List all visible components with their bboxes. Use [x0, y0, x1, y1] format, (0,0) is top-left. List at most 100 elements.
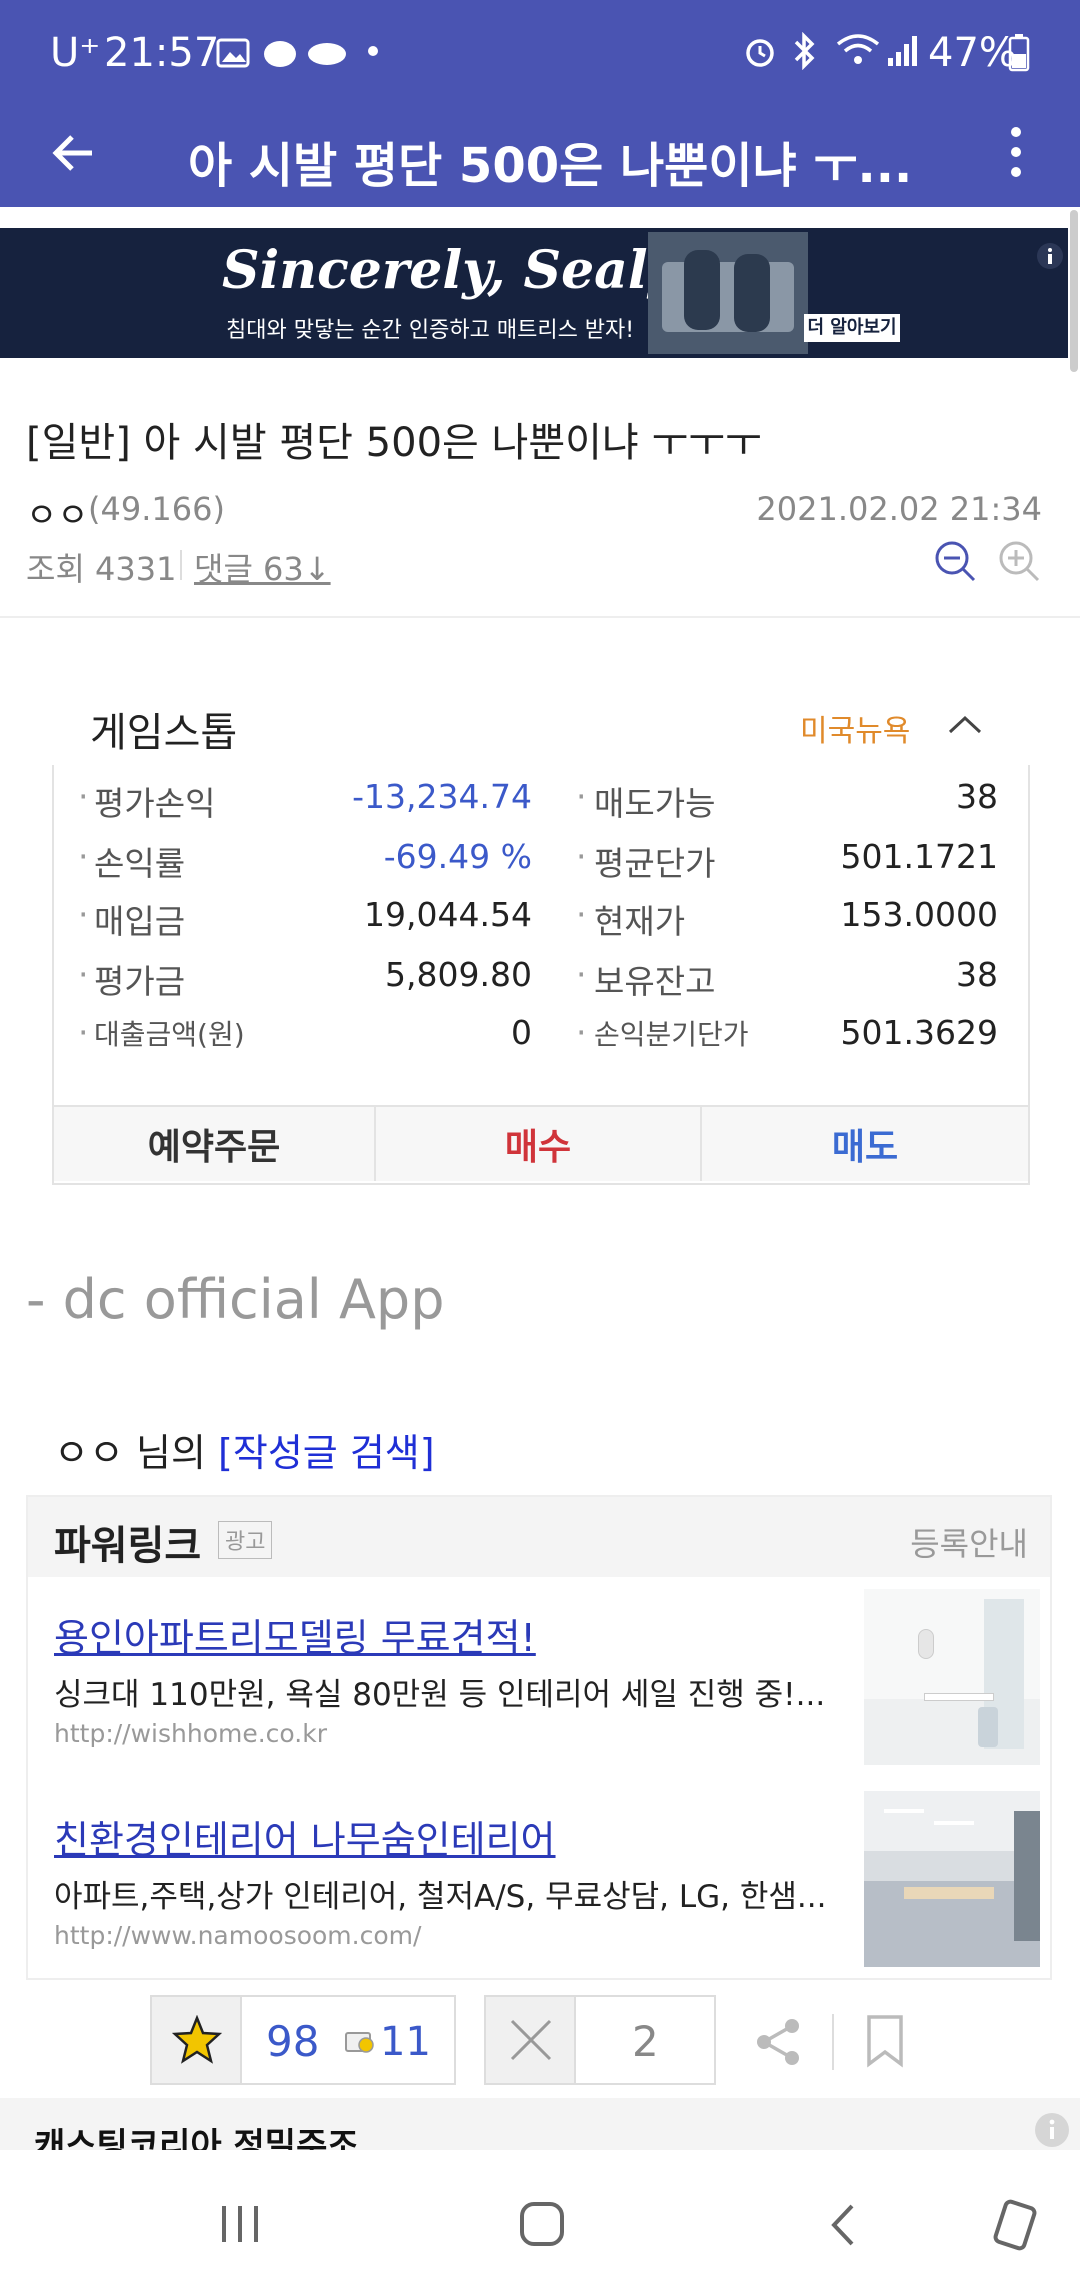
recommend-button[interactable]: [152, 1997, 242, 2083]
stock-label: 매입금: [94, 902, 186, 941]
scrollbar[interactable]: [1070, 210, 1078, 372]
ad-1-thumbnail[interactable]: [864, 1589, 1040, 1765]
bullet-dot: ·: [576, 1013, 587, 1052]
stock-value: -13,234.74: [352, 777, 532, 816]
stock-value: 0: [511, 1013, 532, 1052]
author-search-suffix: 님의: [136, 1431, 206, 1475]
wifi-icon: [836, 32, 880, 72]
alarm-icon: [742, 34, 778, 74]
more-notifications-dot: [368, 46, 378, 56]
bookmark-icon[interactable]: [866, 2014, 904, 2072]
banner-mattress-image: [648, 232, 808, 354]
clock: 21:57: [104, 30, 220, 76]
app-signature: - dc official App: [26, 1268, 445, 1331]
recommend-box[interactable]: 98 11: [150, 1995, 456, 2085]
fixed-recommend-icon: [344, 2027, 376, 2059]
ad-2-thumbnail[interactable]: [864, 1791, 1040, 1967]
banner-brand: Sincerely, Sealy: [222, 240, 678, 301]
ad-1-description: 싱크대 110만원, 욕실 80만원 등 인테리어 세일 진행 중!...: [54, 1677, 826, 1713]
bullet-dot: ·: [78, 1013, 89, 1052]
bullet-dot: ·: [78, 777, 89, 816]
banner-ad[interactable]: Sincerely, Sealy 침대와 맞닿는 순간 인증하고 매트리스 받자…: [0, 228, 1068, 358]
banner-tagline: 침대와 맞닿는 순간 인증하고 매트리스 받자!: [226, 318, 635, 343]
star-icon: [171, 2014, 223, 2069]
stock-row: · 평가금 5,809.80 · 보유잔고 38: [54, 955, 1032, 1013]
stock-name: 게임스톱: [90, 710, 238, 756]
post-author[interactable]: ㅇㅇ: [26, 488, 89, 537]
stock-row: · 평가손익 -13,234.74 · 매도가능 38: [54, 777, 1032, 835]
back-nav-icon[interactable]: [828, 2202, 856, 2252]
collapse-chevron-icon[interactable]: [946, 712, 984, 740]
author-search-line: ㅇㅇ 님의 [작성글 검색]: [54, 1422, 435, 1477]
not-recommend-button[interactable]: [486, 1997, 576, 2083]
carrier-label: U⁺: [50, 30, 101, 76]
post-title: [일반] 아 시발 평단 500은 나뿐이냐 ㅜㅜㅜ: [26, 420, 762, 466]
stock-value: 5,809.80: [385, 955, 532, 994]
powerlink-title: 파워링크: [54, 1523, 202, 1569]
ad-2-description: 아파트,주택,상가 인테리어, 철저A/S, 무료상담, LG, 한샘...: [54, 1879, 827, 1915]
app-bar-title: 아 시발 평단 500은 나뿐이냐 ㅜ...: [188, 138, 913, 194]
reserve-order-button[interactable]: 예약주문: [54, 1105, 376, 1181]
powerlink-ads: 파워링크 광고 등록안내 용인아파트리모델링 무료견적! 싱크대 110만원, …: [26, 1495, 1052, 1980]
zoom-out-icon[interactable]: [932, 538, 978, 588]
stock-label: 현재가: [594, 902, 686, 941]
stock-label: 평가손익: [94, 784, 216, 823]
not-recommend-count: 2: [632, 2017, 659, 2066]
stock-value: 38: [956, 777, 998, 816]
post-date: 2021.02.02 21:34: [756, 490, 1042, 528]
banner-cta-button[interactable]: 더 알아보기: [804, 314, 900, 342]
battery-icon: [1008, 34, 1030, 76]
author-search-link[interactable]: [작성글 검색]: [218, 1431, 435, 1475]
stock-value: -69.49 %: [383, 837, 532, 876]
back-arrow-icon[interactable]: [48, 128, 98, 182]
fixed-recommend-count: 11: [380, 2019, 431, 2065]
stock-row: · 손익률 -69.49 % · 평균단가 501.1721: [54, 837, 1032, 895]
sell-button[interactable]: 매도: [702, 1105, 1028, 1181]
author-search-name: ㅇㅇ: [54, 1431, 124, 1475]
x-icon: [506, 2015, 556, 2069]
stock-value: 501.3629: [840, 1013, 998, 1052]
overflow-menu-icon[interactable]: [1004, 124, 1028, 184]
ad-2-title[interactable]: 친환경인테리어 나무숨인테리어: [54, 1809, 556, 1864]
post-author-ip: (49.166): [88, 490, 225, 528]
stock-summary-card: · 평가손익 -13,234.74 · 매도가능 38 · 손익률 -69.49 % · 평균단가 5…: [52, 765, 1030, 1185]
stock-label: 대출금액(원): [94, 1018, 245, 1051]
register-guide-link[interactable]: 등록안내: [910, 1519, 1028, 1565]
recommend-count: 98: [266, 2017, 320, 2066]
stock-label: 보유잔고: [594, 962, 716, 1001]
next-section-title[interactable]: 캐스팅코리아 정밀주조: [34, 2118, 359, 2150]
ad-1-url[interactable]: http://wishhome.co.kr: [54, 1719, 327, 1748]
stock-label: 평가금: [94, 962, 186, 1001]
stock-row: · 매입금 19,044.54 · 현재가 153.0000: [54, 895, 1032, 953]
home-icon[interactable]: [518, 2200, 566, 2252]
stock-label: 평균단가: [594, 844, 716, 883]
bullet-dot: ·: [576, 837, 587, 876]
recent-apps-icon[interactable]: [218, 2204, 262, 2248]
stock-value: 38: [956, 955, 998, 994]
bullet-dot: ·: [576, 955, 587, 994]
gallery-icon: [216, 38, 250, 72]
ad-2-url[interactable]: http://www.namoosoom.com/: [54, 1921, 421, 1950]
stock-label: 매도가능: [594, 784, 716, 823]
info-icon[interactable]: [1034, 2112, 1070, 2150]
share-icon[interactable]: [752, 2016, 804, 2072]
battery-percent: 47%: [928, 30, 1017, 76]
bullet-dot: ·: [78, 895, 89, 934]
zoom-in-icon[interactable]: [996, 538, 1042, 588]
bullet-dot: ·: [576, 895, 587, 934]
stock-value: 19,044.54: [364, 895, 532, 934]
ad-info-icon[interactable]: [1036, 242, 1064, 274]
stock-market-tag: 미국뉴욕: [800, 714, 911, 749]
cloud-app-icon: [306, 38, 348, 72]
buy-button[interactable]: 매수: [376, 1105, 702, 1181]
bullet-dot: ·: [576, 777, 587, 816]
not-recommend-box[interactable]: 2: [484, 1995, 716, 2085]
powerlink-header: 파워링크 광고 등록안내: [28, 1497, 1050, 1577]
app-bar: 아 시발 평단 500은 나뿐이냐 ㅜ...: [0, 100, 1080, 207]
rotate-screen-icon[interactable]: [990, 2198, 1040, 2256]
stock-label: 손익분기단가: [594, 1018, 749, 1051]
notification-app-icon: [260, 36, 300, 74]
ad-1-title[interactable]: 용인아파트리모델링 무료견적!: [54, 1607, 536, 1662]
comment-count-link[interactable]: 댓글 63↓: [194, 544, 331, 590]
view-count: 조회 4331: [26, 550, 177, 588]
